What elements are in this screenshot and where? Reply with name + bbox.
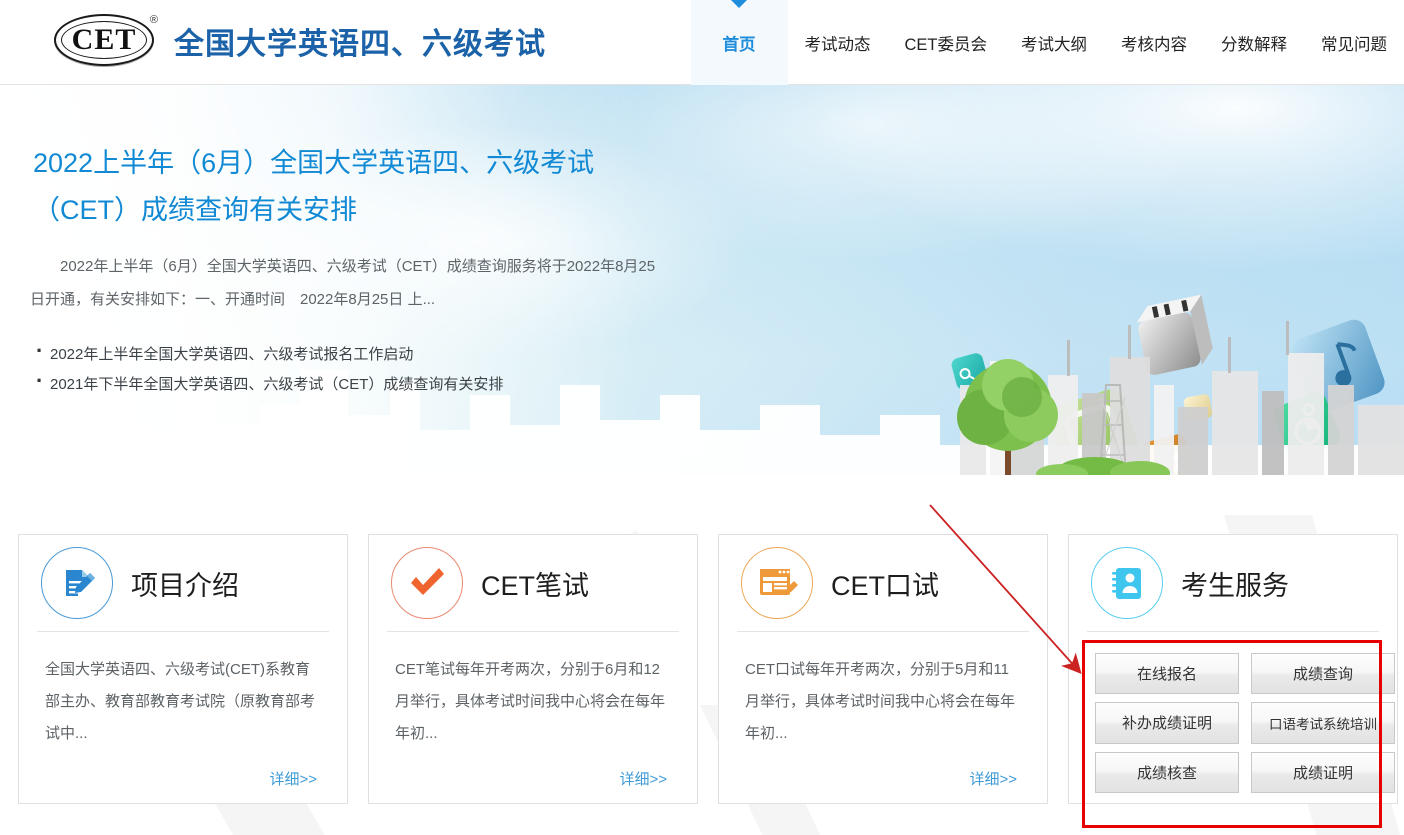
nav-label: 考试大纲	[1021, 31, 1087, 55]
banner-text-block: 2022上半年（6月）全国大学英语四、六级考试（CET）成绩查询有关安排 202…	[0, 85, 700, 475]
main-navigation: 首页 考试动态 CET委员会 考试大纲 考核内容 分数解释 常见问题	[691, 0, 1404, 85]
card-header: CET笔试	[369, 535, 697, 631]
banner-news-item[interactable]: 2021年下半年全国大学英语四、六级考试（CET）成绩查询有关安排	[34, 370, 694, 400]
card-project-intro[interactable]: 项目介绍 全国大学英语四、六级考试(CET)系教育部主办、教育部教育考试院（原教…	[18, 534, 348, 804]
nav-label: 分数解释	[1221, 31, 1287, 55]
card-description: 全国大学英语四、六级考试(CET)系教育部主办、教育部教育考试院（原教育部考试中…	[45, 654, 321, 750]
nav-item-syllabus[interactable]: 考试大纲	[1004, 0, 1104, 85]
registered-trademark-icon: ®	[150, 14, 158, 26]
card-header: 考生服务	[1069, 535, 1397, 631]
card-cet-written-exam[interactable]: CET笔试 CET笔试每年开考两次，分别于6月和12月举行，具体考试时间我中心将…	[368, 534, 698, 804]
banner-news-item[interactable]: 2022年上半年全国大学英语四、六级考试报名工作启动	[34, 340, 694, 370]
site-title: 全国大学英语四、六级考试	[174, 19, 546, 63]
card-title: 考生服务	[1181, 564, 1289, 603]
active-tab-caret-icon	[731, 0, 747, 8]
hero-banner: 2022上半年（6月）全国大学英语四、六级考试（CET）成绩查询有关安排 202…	[0, 85, 1404, 475]
card-detail-link[interactable]: 详细>>	[395, 768, 667, 789]
service-button-score-verification[interactable]: 成绩核查	[1095, 752, 1239, 793]
cet-logo-letters: CET	[72, 23, 137, 57]
service-button-oral-exam-system-training[interactable]: 口语考试系统培训	[1251, 702, 1395, 743]
nav-label: 常见问题	[1321, 31, 1387, 55]
service-button-score-query[interactable]: 成绩查询	[1251, 653, 1395, 694]
examinee-service-buttons: 在线报名 成绩查询 补办成绩证明 口语考试系统培训 成绩核查 成绩证明	[1095, 653, 1395, 793]
card-body: CET笔试每年开考两次，分别于6月和12月举行，具体考试时间我中心将会在每年年初…	[369, 632, 697, 789]
card-detail-link[interactable]: 详细>>	[45, 768, 317, 789]
nav-item-cet-committee[interactable]: CET委员会	[888, 0, 1005, 85]
feature-cards-section: 项目介绍 全国大学英语四、六级考试(CET)系教育部主办、教育部教育考试院（原教…	[0, 475, 1404, 835]
cet-logo-mark: CET ®	[52, 12, 160, 70]
page-root: CET ® 全国大学英语四、六级考试 首页 考试动态 CET委员会 考试大纲 考…	[0, 0, 1404, 835]
banner-news-list: 2022年上半年全国大学英语四、六级考试报名工作启动 2021年下半年全国大学英…	[34, 340, 694, 400]
nav-label: 考试动态	[805, 31, 871, 55]
card-cet-oral-exam[interactable]: CET口试 CET口试每年开考两次，分别于5月和11月举行，具体考试时间我中心将…	[718, 534, 1048, 804]
nav-item-assessment-content[interactable]: 考核内容	[1104, 0, 1204, 85]
card-description: CET口试每年开考两次，分别于5月和11月举行，具体考试时间我中心将会在每年年初…	[745, 654, 1021, 750]
service-button-score-certificate[interactable]: 成绩证明	[1251, 752, 1395, 793]
nav-label: 首页	[723, 31, 756, 55]
nav-item-faq[interactable]: 常见问题	[1304, 0, 1404, 85]
window-pencil-icon	[741, 547, 813, 619]
card-divider	[1087, 631, 1379, 632]
nav-item-exam-news[interactable]: 考试动态	[788, 0, 888, 85]
card-description: CET笔试每年开考两次，分别于6月和12月举行，具体考试时间我中心将会在每年年初…	[395, 654, 671, 750]
card-title: CET口试	[831, 564, 939, 603]
card-title: 项目介绍	[131, 564, 239, 603]
card-header: CET口试	[719, 535, 1047, 631]
card-body: CET口试每年开考两次，分别于5月和11月举行，具体考试时间我中心将会在每年年初…	[719, 632, 1047, 789]
service-button-reissue-score-certificate[interactable]: 补办成绩证明	[1095, 702, 1239, 743]
service-button-online-registration[interactable]: 在线报名	[1095, 653, 1239, 694]
site-logo[interactable]: CET ® 全国大学英语四、六级考试	[52, 12, 546, 70]
banner-description: 2022年上半年（6月）全国大学英语四、六级考试（CET）成绩查询服务将于202…	[30, 250, 670, 316]
check-mark-icon	[391, 547, 463, 619]
nav-item-score-explanation[interactable]: 分数解释	[1204, 0, 1304, 85]
cet-logo-ellipse: CET	[54, 14, 154, 66]
banner-headline[interactable]: 2022上半年（6月）全国大学英语四、六级考试（CET）成绩查询有关安排	[33, 140, 673, 234]
card-examinee-services[interactable]: 考生服务 在线报名 成绩查询 补办成绩证明 口语考试系统培训 成绩核查 成绩证明	[1068, 534, 1398, 804]
card-detail-link[interactable]: 详细>>	[745, 768, 1017, 789]
card-title: CET笔试	[481, 564, 589, 603]
nav-label: 考核内容	[1121, 31, 1187, 55]
card-header: 项目介绍	[19, 535, 347, 631]
site-header: CET ® 全国大学英语四、六级考试 首页 考试动态 CET委员会 考试大纲 考…	[0, 0, 1404, 85]
document-pencil-icon	[41, 547, 113, 619]
card-body: 全国大学英语四、六级考试(CET)系教育部主办、教育部教育考试院（原教育部考试中…	[19, 632, 347, 789]
nav-item-home[interactable]: 首页	[691, 0, 788, 85]
contact-book-icon	[1091, 547, 1163, 619]
nav-label: CET委员会	[905, 31, 988, 55]
